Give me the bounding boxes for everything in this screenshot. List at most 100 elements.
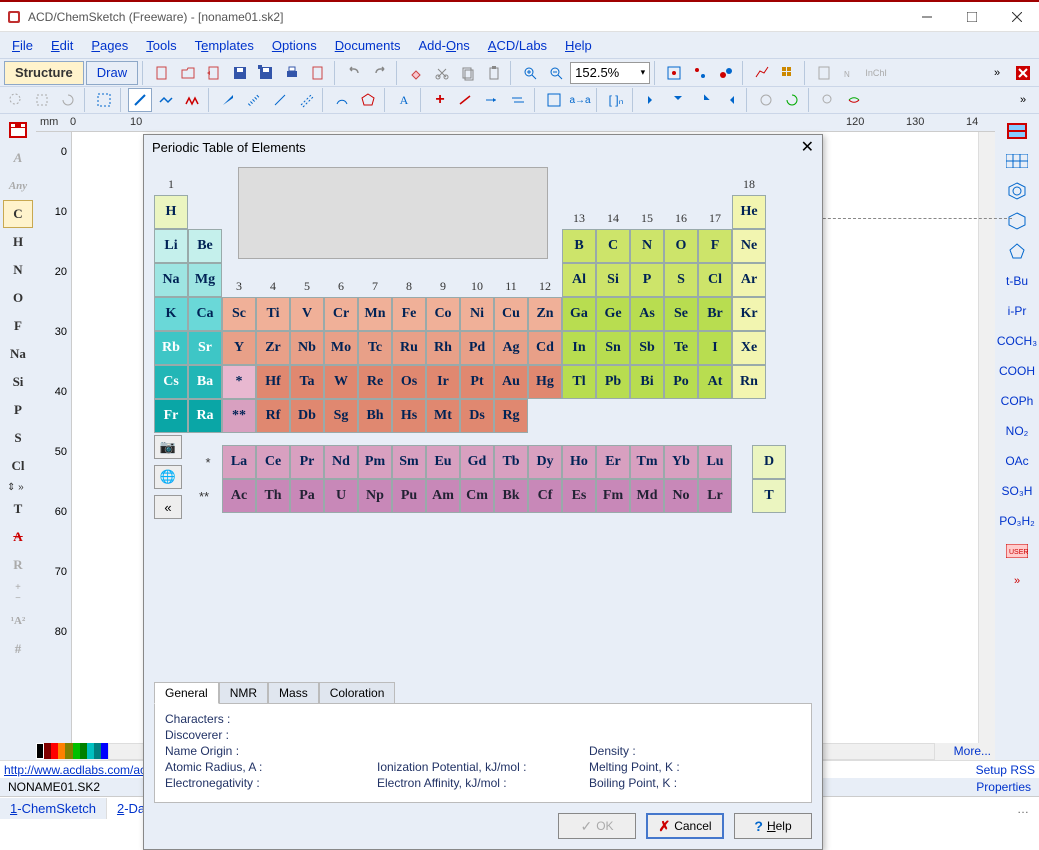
element-Ir[interactable]: Ir: [426, 365, 460, 399]
new-doc-button[interactable]: [150, 61, 174, 85]
element-Rb[interactable]: Rb: [154, 331, 188, 365]
element-Mo[interactable]: Mo: [324, 331, 358, 365]
element-s-button[interactable]: S: [3, 424, 33, 452]
name-button[interactable]: N: [838, 61, 862, 85]
maximize-button[interactable]: [949, 2, 994, 31]
element-Tc[interactable]: Tc: [358, 331, 392, 365]
element-Te[interactable]: Te: [664, 331, 698, 365]
element-Ho[interactable]: Ho: [562, 445, 596, 479]
element-Mn[interactable]: Mn: [358, 297, 392, 331]
menu-acdlabs[interactable]: ACD/Labs: [480, 36, 555, 55]
group-po3h2-button[interactable]: PO₃H₂: [999, 508, 1035, 534]
element-Bh[interactable]: Bh: [358, 399, 392, 433]
flip-h-button[interactable]: [640, 88, 664, 112]
swatch-dkgreen[interactable]: [80, 743, 87, 759]
element-Al[interactable]: Al: [562, 263, 596, 297]
draw-chain-button[interactable]: [154, 88, 178, 112]
tab-mass[interactable]: Mass: [268, 682, 319, 704]
toolbar-overflow[interactable]: »: [985, 61, 1009, 85]
element-Sc[interactable]: Sc: [222, 297, 256, 331]
import-button[interactable]: [202, 61, 226, 85]
properties-link[interactable]: Properties: [976, 780, 1031, 794]
element-Rg[interactable]: Rg: [494, 399, 528, 433]
element-T[interactable]: T: [752, 479, 786, 513]
element-Gd[interactable]: Gd: [460, 445, 494, 479]
wedge-down-button[interactable]: [242, 88, 266, 112]
element-Pt[interactable]: Pt: [460, 365, 494, 399]
element-Pm[interactable]: Pm: [358, 445, 392, 479]
element-Sn[interactable]: Sn: [596, 331, 630, 365]
cyclopentane-button[interactable]: [999, 238, 1035, 264]
element-a-button[interactable]: A: [3, 144, 33, 172]
zoom-out-button[interactable]: [544, 61, 568, 85]
element-S[interactable]: S: [664, 263, 698, 297]
menu-pages[interactable]: Pages: [83, 36, 136, 55]
swatch-green[interactable]: [73, 743, 80, 759]
element-Po[interactable]: Po: [664, 365, 698, 399]
element-Au[interactable]: Au: [494, 365, 528, 399]
eraser-button[interactable]: [404, 61, 428, 85]
menu-addons[interactable]: Add-Ons: [410, 36, 477, 55]
element-Se[interactable]: Se: [664, 297, 698, 331]
element-Hs[interactable]: Hs: [392, 399, 426, 433]
draw-normal-bond-button[interactable]: [128, 88, 152, 112]
element-Os[interactable]: Os: [392, 365, 426, 399]
swatch-olive[interactable]: [65, 743, 72, 759]
element-I[interactable]: I: [698, 331, 732, 365]
element-Tb[interactable]: Tb: [494, 445, 528, 479]
equil-arrow-button[interactable]: [506, 88, 530, 112]
element-Ac[interactable]: Ac: [222, 479, 256, 513]
element-cl-button[interactable]: Cl: [3, 452, 33, 480]
swatch-cyan[interactable]: [87, 743, 94, 759]
flip-v-button[interactable]: [666, 88, 690, 112]
element-Ni[interactable]: Ni: [460, 297, 494, 331]
table-of-radicals-button[interactable]: [999, 148, 1035, 174]
check-button[interactable]: [780, 88, 804, 112]
3d-opt1-button[interactable]: [662, 61, 686, 85]
element-Cm[interactable]: Cm: [460, 479, 494, 513]
menu-templates[interactable]: Templates: [187, 36, 262, 55]
inchi-button[interactable]: InChI: [864, 61, 888, 85]
element-Pu[interactable]: Pu: [392, 479, 426, 513]
vertical-scrollbar[interactable]: [978, 132, 995, 743]
element-Re[interactable]: Re: [358, 365, 392, 399]
element-Ag[interactable]: Ag: [494, 331, 528, 365]
element-Nb[interactable]: Nb: [290, 331, 324, 365]
palette-expand-toggle[interactable]: ⇕ »: [3, 480, 33, 495]
element-C[interactable]: C: [596, 229, 630, 263]
element-Lu[interactable]: Lu: [698, 445, 732, 479]
wavy-bond-button[interactable]: [268, 88, 292, 112]
element-Xe[interactable]: Xe: [732, 331, 766, 365]
print-button[interactable]: [280, 61, 304, 85]
element-any-button[interactable]: Any: [3, 172, 33, 200]
tab-coloration[interactable]: Coloration: [319, 682, 396, 704]
save-button[interactable]: [228, 61, 252, 85]
open-button[interactable]: [176, 61, 200, 85]
element-D[interactable]: D: [752, 445, 786, 479]
hash-button[interactable]: #: [3, 635, 33, 663]
charge-plus-button[interactable]: +−: [3, 579, 33, 607]
swatch-teal[interactable]: [94, 743, 101, 759]
element-Zr[interactable]: Zr: [256, 331, 290, 365]
element-Sb[interactable]: Sb: [630, 331, 664, 365]
element-Sm[interactable]: Sm: [392, 445, 426, 479]
element-Y[interactable]: Y: [222, 331, 256, 365]
close-button[interactable]: [994, 2, 1039, 31]
benzene-button[interactable]: [999, 178, 1035, 204]
group-coch3-button[interactable]: COCH₃: [999, 328, 1035, 354]
element-Md[interactable]: Md: [630, 479, 664, 513]
cancel-button[interactable]: ✗Cancel: [646, 813, 724, 839]
element-In[interactable]: In: [562, 331, 596, 365]
menu-file[interactable]: File: [4, 36, 41, 55]
element-Eu[interactable]: Eu: [426, 445, 460, 479]
lanthanide-marker[interactable]: *: [222, 365, 256, 399]
element-Es[interactable]: Es: [562, 479, 596, 513]
element-Rn[interactable]: Rn: [732, 365, 766, 399]
element-Sg[interactable]: Sg: [324, 399, 358, 433]
element-Cu[interactable]: Cu: [494, 297, 528, 331]
element-na-button[interactable]: Na: [3, 340, 33, 368]
element-Zn[interactable]: Zn: [528, 297, 562, 331]
element-p-button[interactable]: P: [3, 396, 33, 424]
element-Nd[interactable]: Nd: [324, 445, 358, 479]
element-Ce[interactable]: Ce: [256, 445, 290, 479]
